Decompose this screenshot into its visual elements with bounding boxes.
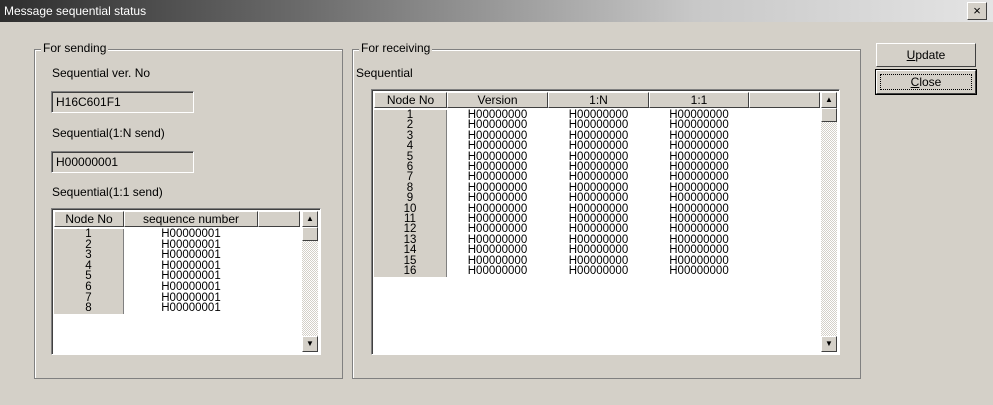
recv-header-11[interactable]: 1:1 [649,92,749,108]
update-button-label: pdate [915,48,946,62]
close-button[interactable]: Close [875,69,977,95]
send-table-row[interactable]: 8 H00000001 [52,302,320,315]
sequential-1n-label: Sequential(1:N send) [52,126,165,140]
recv-node-no-cell: 16 [374,265,447,277]
recv-header-1n[interactable]: 1:N [548,92,649,108]
window-title: Message sequential status [4,4,147,18]
sequential-1n-field: H00000001 [51,151,194,173]
send-scroll-down-icon[interactable]: ▼ [302,336,318,352]
send-header-node-no[interactable]: Node No [54,211,124,227]
send-header-filler [258,211,300,227]
send-sequence-table[interactable]: Node No sequence number ▲ ▼ 1 H00000001 2 H… [51,208,321,355]
close-button-label: lose [919,75,942,89]
for-sending-legend: For sending [41,41,109,55]
message-sequential-status-dialog: Message sequential status × For sending … [0,0,993,405]
recv-version-cell: H00000000 [467,265,528,277]
send-scroll-up-icon[interactable]: ▲ [302,211,318,227]
recv-scroll-up-icon[interactable]: ▲ [821,92,837,108]
recv-header-node-no[interactable]: Node No [374,92,447,108]
title-bar[interactable]: Message sequential status × [0,0,993,22]
close-window-icon[interactable]: × [967,2,987,20]
recv-11-cell: H00000000 [669,265,729,277]
recv-header-filler [749,92,820,108]
sequential-ver-label: Sequential ver. No [52,66,151,80]
sequential-label: Sequential [356,66,413,80]
sequential-ver-field: H16C601F1 [51,91,194,113]
sequential-11-label: Sequential(1:1 send) [52,185,163,199]
recv-1n-cell: H00000000 [568,265,629,277]
send-node-no-cell: 8 [54,302,124,315]
send-sequence-number-cell: H00000001 [161,302,221,315]
recv-table-row[interactable]: 16 H00000000 H00000000 H00000000 [372,265,839,277]
recv-scroll-down-icon[interactable]: ▼ [821,336,837,352]
send-header-sequence-number[interactable]: sequence number [124,211,258,227]
update-button[interactable]: Update [876,43,976,67]
receive-sequence-table[interactable]: Node No Version 1:N 1:1 ▲ ▼ 1 H00000000 H0… [371,89,840,355]
for-receiving-legend: For receiving [359,41,433,55]
recv-header-version[interactable]: Version [447,92,548,108]
update-button-access-key: U [906,48,916,62]
